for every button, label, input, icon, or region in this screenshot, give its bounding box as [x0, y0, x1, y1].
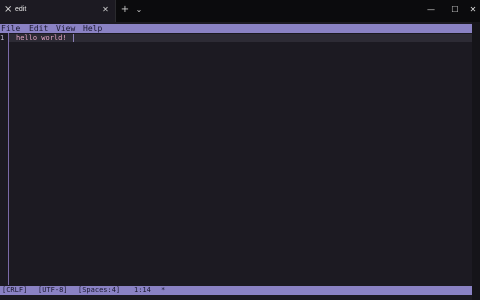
editor-area[interactable]: 1 hello world!	[0, 33, 472, 286]
line-number: 1	[0, 34, 5, 42]
text-cursor	[73, 34, 74, 42]
status-cursor-position: 1:14	[134, 286, 151, 294]
minimize-button[interactable]: —	[420, 2, 442, 18]
tab-bar: ⨯ edit ✕ + ⌄ — ☐ ✕	[0, 0, 480, 22]
close-icon[interactable]: ✕	[101, 5, 110, 15]
status-bar: [CRLF] [UTF-8] [Spaces:4] 1:14 *	[0, 286, 472, 295]
window-close-button[interactable]: ✕	[462, 2, 480, 18]
editor-line-text[interactable]: hello world!	[16, 34, 67, 42]
menu-help[interactable]: Help	[83, 24, 102, 33]
scrollbar-track[interactable]	[472, 22, 480, 300]
gutter-divider	[8, 33, 9, 285]
tab-edit[interactable]: ⨯ edit ✕	[0, 0, 116, 22]
tab-title: edit	[15, 6, 27, 13]
menu-view[interactable]: View	[56, 24, 75, 33]
status-indentation[interactable]: [Spaces:4]	[78, 286, 120, 295]
status-encoding[interactable]: [UTF-8]	[38, 286, 68, 295]
plus-icon[interactable]: +	[120, 4, 130, 16]
chevron-down-icon[interactable]: ⌄	[134, 4, 144, 16]
current-line-highlight	[9, 34, 472, 42]
terminal-icon: ⨯	[4, 4, 13, 15]
terminal-window: ⨯ edit ✕ + ⌄ — ☐ ✕ File Edit View Help 1…	[0, 0, 480, 300]
menu-edit[interactable]: Edit	[29, 24, 48, 33]
menu-bar: File Edit View Help	[0, 24, 472, 33]
status-line-endings[interactable]: [CRLF]	[2, 286, 27, 295]
status-modified-marker: *	[161, 286, 166, 294]
menu-file[interactable]: File	[1, 24, 20, 33]
